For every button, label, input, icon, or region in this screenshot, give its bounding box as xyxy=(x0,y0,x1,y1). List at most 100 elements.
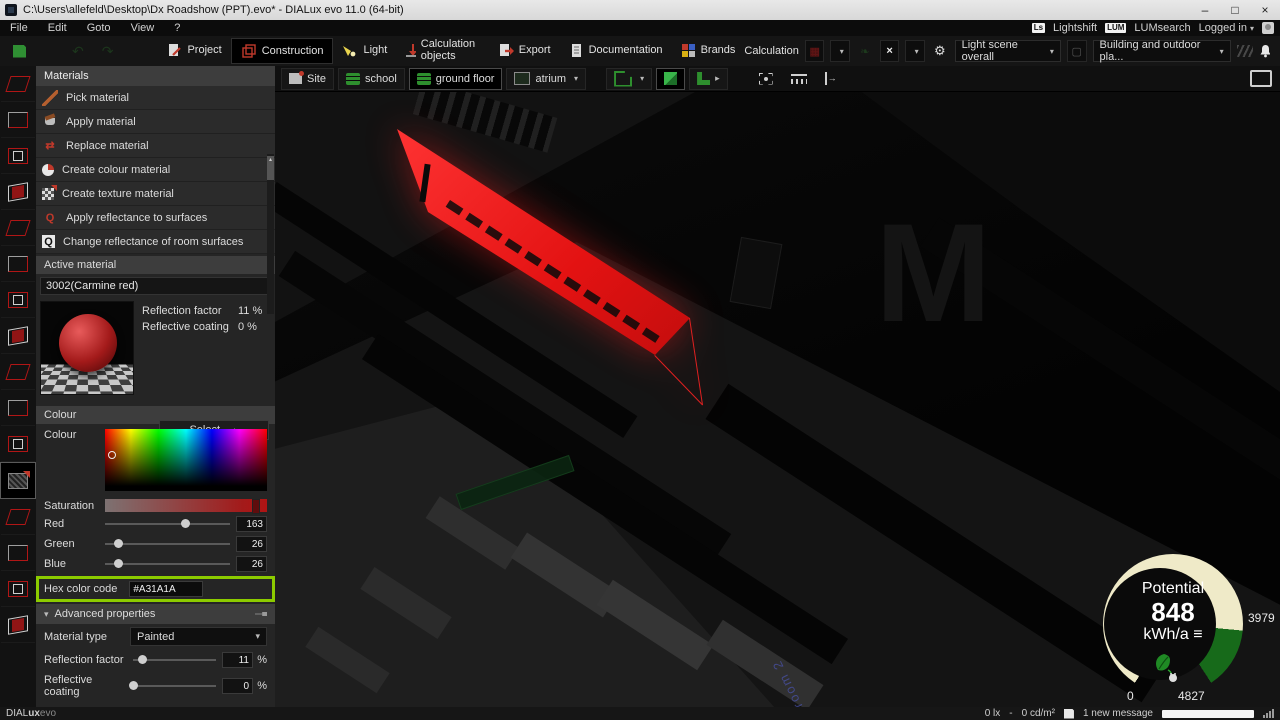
red-value-input[interactable]: 163 xyxy=(236,516,267,532)
tab-export[interactable]: Export xyxy=(490,38,560,62)
tool-pick-material[interactable]: Pick material xyxy=(36,86,275,110)
floor-plan-view-button[interactable] xyxy=(606,68,652,90)
window-tool[interactable] xyxy=(1,390,35,426)
cancel-calculation-button[interactable]: × xyxy=(880,40,900,62)
pin-icon[interactable] xyxy=(255,612,267,616)
message-indicator[interactable]: 1 new message xyxy=(1083,708,1153,719)
redo-button[interactable]: ↷ xyxy=(93,39,123,63)
viewport-3d[interactable]: M Classroom 2 Potential 848 kWh/a ≡ 3979… xyxy=(275,92,1280,707)
breadcrumb-ground-floor[interactable]: ground floor xyxy=(409,68,503,90)
tools-scrollbar[interactable]: ▴ xyxy=(267,154,274,314)
menu-view[interactable]: View xyxy=(121,22,165,34)
reflection-factor-handle[interactable] xyxy=(138,655,147,664)
menu-help[interactable]: ? xyxy=(164,22,190,34)
cancel-dropdown[interactable] xyxy=(905,40,925,62)
red-handle[interactable] xyxy=(181,519,190,528)
lumsearch-button[interactable]: LUMsearch xyxy=(1134,22,1190,34)
green-slider[interactable] xyxy=(105,538,230,550)
gauge-menu-icon[interactable]: ≡ xyxy=(1193,626,1202,643)
active-material-name[interactable]: 3002(Carmine red) xyxy=(40,277,271,295)
storey-tool-icon xyxy=(8,148,28,164)
roof-tool[interactable] xyxy=(1,318,35,354)
tool-replace-material[interactable]: ⇄Replace material xyxy=(36,134,275,158)
blue-handle[interactable] xyxy=(114,559,123,568)
user-avatar[interactable] xyxy=(1262,22,1274,34)
dimension-button[interactable] xyxy=(818,69,846,89)
tool-create-colour-material[interactable]: Create colour material xyxy=(36,158,275,182)
menu-file[interactable]: File xyxy=(0,22,38,34)
view-layout-button[interactable] xyxy=(1250,70,1272,87)
assessment-zone-tool[interactable] xyxy=(1,66,35,102)
blinds-icon[interactable] xyxy=(1237,45,1253,57)
storey-tool[interactable] xyxy=(1,138,35,174)
settings-gear-icon[interactable]: ⚙ xyxy=(931,41,949,61)
tool-apply-material[interactable]: Apply material xyxy=(36,110,275,134)
menu-goto[interactable]: Goto xyxy=(77,22,121,34)
building-body-tool[interactable] xyxy=(1,354,35,390)
scrollbar-thumb[interactable]: ▴ xyxy=(267,156,274,180)
labelling-tool[interactable] xyxy=(1,499,35,535)
view-3d-button[interactable] xyxy=(656,68,685,90)
green-value-input[interactable]: 26 xyxy=(236,536,267,552)
saturation-slider[interactable] xyxy=(105,499,267,512)
tab-brands[interactable]: Brands xyxy=(672,38,745,62)
measure-button[interactable] xyxy=(784,69,814,89)
close-button[interactable]: × xyxy=(1250,3,1280,17)
breadcrumb-site[interactable]: Site xyxy=(281,68,334,90)
breadcrumb-school[interactable]: school xyxy=(338,68,405,90)
menu-edit[interactable]: Edit xyxy=(38,22,77,34)
door-tool[interactable] xyxy=(1,535,35,571)
light-scene-edit-button[interactable]: ▢ xyxy=(1067,40,1087,62)
reflective-coating-slider[interactable] xyxy=(133,680,216,692)
furniture-tool[interactable] xyxy=(1,102,35,138)
advanced-properties-header[interactable]: ▾ Advanced properties xyxy=(36,604,275,624)
tool-change-reflectance-of-room-surfaces[interactable]: QChange reflectance of room surfaces xyxy=(36,230,275,254)
light-icon xyxy=(342,43,358,58)
column-tool[interactable] xyxy=(1,282,35,318)
tool-apply-reflectance-to-surfaces[interactable]: QApply reflectance to surfaces xyxy=(36,206,275,230)
ceiling-tool[interactable] xyxy=(1,426,35,462)
hex-color-input[interactable] xyxy=(129,581,203,597)
lightshift-button[interactable]: Lightshift xyxy=(1053,22,1097,34)
light-scene-select[interactable]: Light scene overall xyxy=(955,40,1061,62)
reflection-factor-slider[interactable] xyxy=(133,654,216,666)
tab-documentation[interactable]: Documentation xyxy=(560,38,672,62)
colour-picker[interactable] xyxy=(105,429,267,491)
energy-gauge[interactable]: Potential 848 kWh/a ≡ 3979 0 4827 xyxy=(1090,554,1280,707)
minimize-button[interactable]: – xyxy=(1190,3,1220,17)
reflective-coating-input[interactable]: 0 xyxy=(222,678,253,694)
red-slider[interactable] xyxy=(105,518,230,530)
room-tool[interactable] xyxy=(1,246,35,282)
reflection-factor-input[interactable]: 11 xyxy=(222,652,253,668)
material-type-select[interactable]: Painted xyxy=(130,627,267,646)
blue-value-input[interactable]: 26 xyxy=(236,556,267,572)
tab-calculation-objects[interactable]: Calculation objects xyxy=(396,38,489,62)
notifications-bell-icon[interactable] xyxy=(1259,44,1270,58)
undo-button[interactable]: ↶ xyxy=(63,39,93,63)
tool-create-texture-material[interactable]: Create texture material xyxy=(36,182,275,206)
calculation-dropdown[interactable] xyxy=(830,40,850,62)
materials-tool[interactable] xyxy=(0,462,36,499)
blue-slider[interactable] xyxy=(105,558,230,570)
breadcrumb-atrium[interactable]: atrium xyxy=(506,68,586,90)
room-tool-icon xyxy=(8,256,28,272)
wall-tool[interactable] xyxy=(1,174,35,210)
maximize-button[interactable]: □ xyxy=(1220,3,1250,17)
highlighted-red-wall[interactable] xyxy=(390,122,730,382)
structure-tool[interactable] xyxy=(1,607,35,643)
reflective-coating-handle[interactable] xyxy=(129,681,138,690)
zoom-fit-button[interactable] xyxy=(752,69,780,89)
tab-construction[interactable]: Construction xyxy=(231,38,334,64)
logged-in-menu[interactable]: Logged in xyxy=(1199,22,1254,34)
saturation-handle[interactable] xyxy=(252,499,260,514)
save-button[interactable] xyxy=(4,39,35,63)
green-handle[interactable] xyxy=(114,539,123,548)
partition-wall-tool[interactable] xyxy=(1,210,35,246)
site-icon xyxy=(289,73,302,84)
start-calculation-button[interactable]: ▦ xyxy=(805,40,825,62)
section-view-button[interactable]: ▸ xyxy=(689,68,728,90)
selection-tool[interactable] xyxy=(1,571,35,607)
tab-project[interactable]: Project xyxy=(158,38,230,62)
building-select[interactable]: Building and outdoor pla... xyxy=(1093,40,1231,62)
tab-light[interactable]: Light xyxy=(333,38,396,62)
